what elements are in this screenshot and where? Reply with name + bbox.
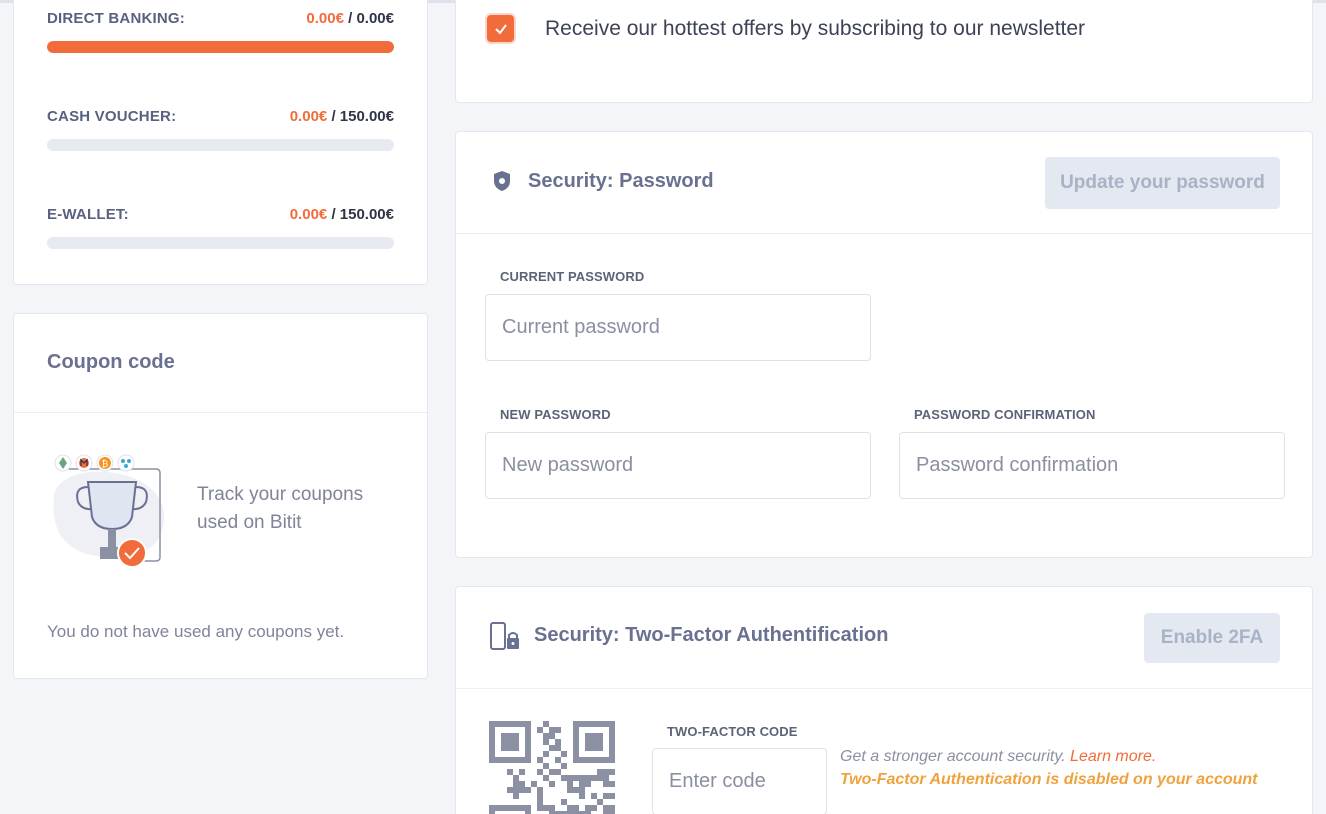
password-confirmation-input[interactable] <box>899 432 1285 499</box>
enable-2fa-button[interactable]: Enable 2FA <box>1144 613 1280 663</box>
limit-label: DIRECT BANKING: <box>47 9 185 27</box>
two-factor-code-label: TWO-FACTOR CODE <box>667 724 798 739</box>
two-factor-status: Two-Factor Authentication is disabled on… <box>840 771 1258 788</box>
svg-text:₿: ₿ <box>102 459 109 470</box>
coupon-empty-text: You do not have used any coupons yet. <box>47 622 345 641</box>
current-password-input[interactable] <box>485 294 871 361</box>
limit-e-wallet: E-WALLET: 0.00€ / 150.00€ <box>47 204 394 249</box>
limit-value: 0.00€ / 150.00€ <box>289 107 394 125</box>
limit-progress-bar <box>47 139 394 151</box>
divider <box>456 688 1312 689</box>
checkmark-icon <box>494 23 507 35</box>
two-factor-section-title: Security: Two-Factor Authentification <box>534 624 889 646</box>
limit-progress-bar <box>47 237 394 249</box>
new-password-input[interactable] <box>485 432 871 499</box>
learn-more-link[interactable]: Learn more. <box>1070 748 1156 765</box>
password-confirmation-label: PASSWORD CONFIRMATION <box>914 407 1096 422</box>
trophy-illustration-icon: ₿ <box>53 454 164 568</box>
divider <box>14 412 427 413</box>
newsletter-checkbox[interactable] <box>485 13 516 44</box>
limit-value: 0.00€ / 0.00€ <box>306 9 394 27</box>
current-password-label: CURRENT PASSWORD <box>500 269 645 284</box>
password-section-title: Security: Password <box>528 170 714 192</box>
two-factor-card: Security: Two-Factor Authentification En… <box>455 586 1313 814</box>
update-password-button[interactable]: Update your password <box>1045 157 1280 209</box>
limit-progress-bar <box>47 41 394 53</box>
two-factor-info: Get a stronger account security. Learn m… <box>840 748 1157 765</box>
coupon-title: Coupon code <box>47 351 175 373</box>
coupon-card: Coupon code ₿ Track your coupons used on… <box>13 313 428 679</box>
new-password-label: NEW PASSWORD <box>500 407 611 422</box>
limit-label: CASH VOUCHER: <box>47 107 177 125</box>
limit-direct-banking: DIRECT BANKING: 0.00€ / 0.00€ <box>47 8 394 53</box>
password-card: Security: Password Update your password … <box>455 131 1313 558</box>
newsletter-label[interactable]: Receive our hottest offers by subscribin… <box>545 17 1085 41</box>
limit-cash-voucher: CASH VOUCHER: 0.00€ / 150.00€ <box>47 106 394 151</box>
payment-limits-card: DIRECT BANKING: 0.00€ / 0.00€ CASH VOUCH… <box>13 0 428 285</box>
newsletter-card: Receive our hottest offers by subscribin… <box>455 0 1313 103</box>
limit-progress-fill <box>47 41 394 53</box>
coupon-track-text: Track your coupons used on Bitit <box>197 484 364 533</box>
qr-code-icon <box>489 721 615 814</box>
phone-lock-icon <box>490 622 519 650</box>
shield-icon <box>494 171 510 191</box>
limit-value: 0.00€ / 150.00€ <box>289 205 394 223</box>
limit-label: E-WALLET: <box>47 205 129 223</box>
two-factor-code-input[interactable] <box>652 748 827 814</box>
divider <box>456 233 1312 234</box>
